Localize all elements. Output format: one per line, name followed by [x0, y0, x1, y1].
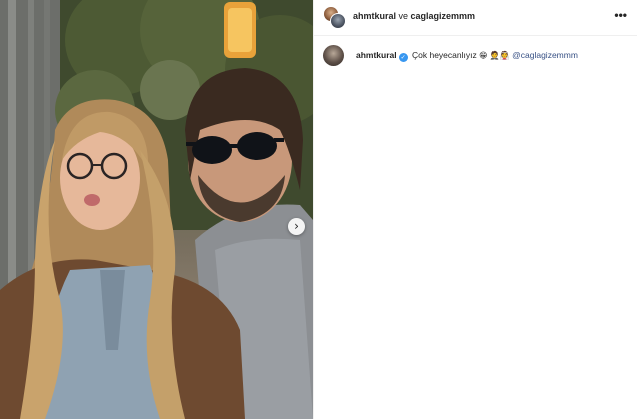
- avatar[interactable]: [323, 45, 344, 66]
- caption-text: Çok heyecanlıyız: [412, 50, 477, 60]
- collab-title: ahmtkural ve caglagizemmm: [353, 11, 475, 21]
- collab-avatars[interactable]: [323, 6, 346, 29]
- post-side-panel: ahmtkural ve caglagizemmm ••• ahmtkural ✓…: [313, 0, 637, 419]
- header-username-2[interactable]: caglagizemmm: [411, 11, 476, 21]
- post-header: ahmtkural ve caglagizemmm •••: [314, 0, 637, 36]
- couple-emoji-icon: 🤵👰: [489, 51, 510, 60]
- caption-text-line: ahmtkural ✓ Çok heyecanlıyız 😁 🤵👰 @caglag…: [356, 49, 578, 62]
- caption-mention-link[interactable]: @caglagizemmm: [512, 50, 578, 60]
- photo-illustration: [0, 0, 313, 419]
- more-options-icon[interactable]: •••: [614, 9, 627, 21]
- grin-emoji-icon: 😁: [479, 51, 488, 60]
- carousel-next-icon: ›: [294, 219, 299, 233]
- header-connector: ve: [396, 11, 411, 21]
- avatar[interactable]: [330, 13, 346, 29]
- caption-username[interactable]: ahmtkural: [356, 50, 397, 60]
- verified-badge-icon: ✓: [398, 53, 408, 62]
- header-username-1[interactable]: ahmtkural: [353, 11, 396, 21]
- post-photo[interactable]: ›: [0, 0, 313, 419]
- carousel-next-button[interactable]: ›: [288, 218, 305, 235]
